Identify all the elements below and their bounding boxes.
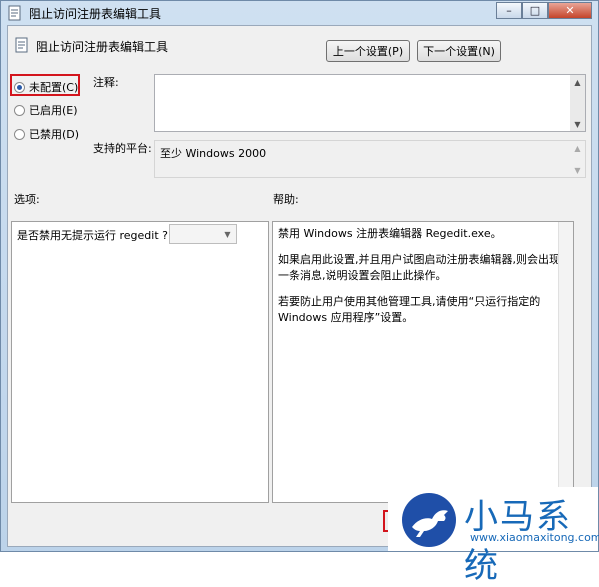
radio-not-configured[interactable]: 未配置(C) [14, 79, 78, 95]
policy-name: 阻止访问注册表编辑工具 [36, 40, 169, 54]
radio-disabled[interactable]: 已禁用(D) [14, 126, 79, 142]
radio-dot [17, 84, 22, 90]
radio-label: 未配置(C) [29, 81, 79, 94]
help-panel: 禁用 Windows 注册表编辑器 Regedit.exe。 如果启用此设置,并… [272, 221, 574, 503]
help-scrollbar[interactable] [558, 222, 573, 502]
window-controls: – □ ✕ [496, 2, 592, 20]
window-title: 阻止访问注册表编辑工具 [29, 7, 162, 21]
chevron-down-icon[interactable]: ▼ [221, 227, 234, 241]
previous-setting-button[interactable]: 上一个设置(P) [326, 40, 410, 62]
policy-setting-icon [15, 37, 28, 53]
radio-button[interactable] [14, 81, 25, 93]
comment-label: 注释: [93, 76, 119, 89]
maximize-button[interactable]: □ [522, 2, 548, 19]
platform-field: 至少 Windows 2000 ▲ ▼ [154, 140, 586, 178]
radio-label: 已禁用(D) [29, 128, 80, 141]
radio-button[interactable] [14, 104, 25, 116]
radio-enabled[interactable]: 已启用(E) [14, 102, 78, 118]
policy-dialog: 阻止访问注册表编辑工具 – □ ✕ 阻止访问注册表编辑工具 上一个设置(P) 下… [0, 0, 599, 586]
scroll-up-icon: ▲ [574, 143, 581, 153]
next-setting-button[interactable]: 下一个设置(N) [417, 40, 501, 62]
option-question: 是否禁用无提示运行 regedit ? [17, 229, 168, 242]
policy-icon [8, 5, 21, 21]
close-button[interactable]: ✕ [548, 2, 592, 19]
help-paragraph: 禁用 Windows 注册表编辑器 Regedit.exe。 [278, 227, 502, 240]
options-panel: 是否禁用无提示运行 regedit ? ▼ [11, 221, 269, 503]
help-paragraph: 若要防止用户使用其他管理工具,请使用“只运行指定的 Windows 应用程序”设… [278, 295, 541, 324]
platform-label: 支持的平台: [93, 142, 152, 155]
platform-scrollbar: ▲ ▼ [570, 141, 585, 177]
regedit-select[interactable]: ▼ [169, 224, 237, 244]
watermark: 小马系统 www.xiaomaxitong.com [388, 487, 599, 586]
horse-logo-icon [402, 493, 456, 547]
options-label: 选项: [14, 193, 40, 206]
dialog-body: 阻止访问注册表编辑工具 上一个设置(P) 下一个设置(N) 未配置(C) 已启用… [7, 25, 592, 547]
title-bar[interactable]: 阻止访问注册表编辑工具 – □ ✕ [1, 1, 598, 25]
brand-url: www.xiaomaxitong.com [470, 531, 599, 544]
platform-value: 至少 Windows 2000 [160, 147, 267, 160]
minimize-button[interactable]: – [496, 2, 522, 19]
scroll-down-icon[interactable]: ▼ [570, 117, 585, 131]
radio-label: 已启用(E) [29, 104, 78, 117]
radio-button[interactable] [14, 128, 25, 140]
scroll-down-icon: ▼ [574, 165, 581, 175]
scroll-up-icon[interactable]: ▲ [570, 75, 585, 89]
comment-scrollbar[interactable]: ▲ ▼ [570, 75, 585, 131]
help-paragraph: 如果启用此设置,并且用户试图启动注册表编辑器,则会出现一条消息,说明设置会阻止此… [278, 253, 560, 282]
comment-textarea[interactable]: ▲ ▼ [154, 74, 586, 132]
help-label: 帮助: [273, 193, 299, 206]
